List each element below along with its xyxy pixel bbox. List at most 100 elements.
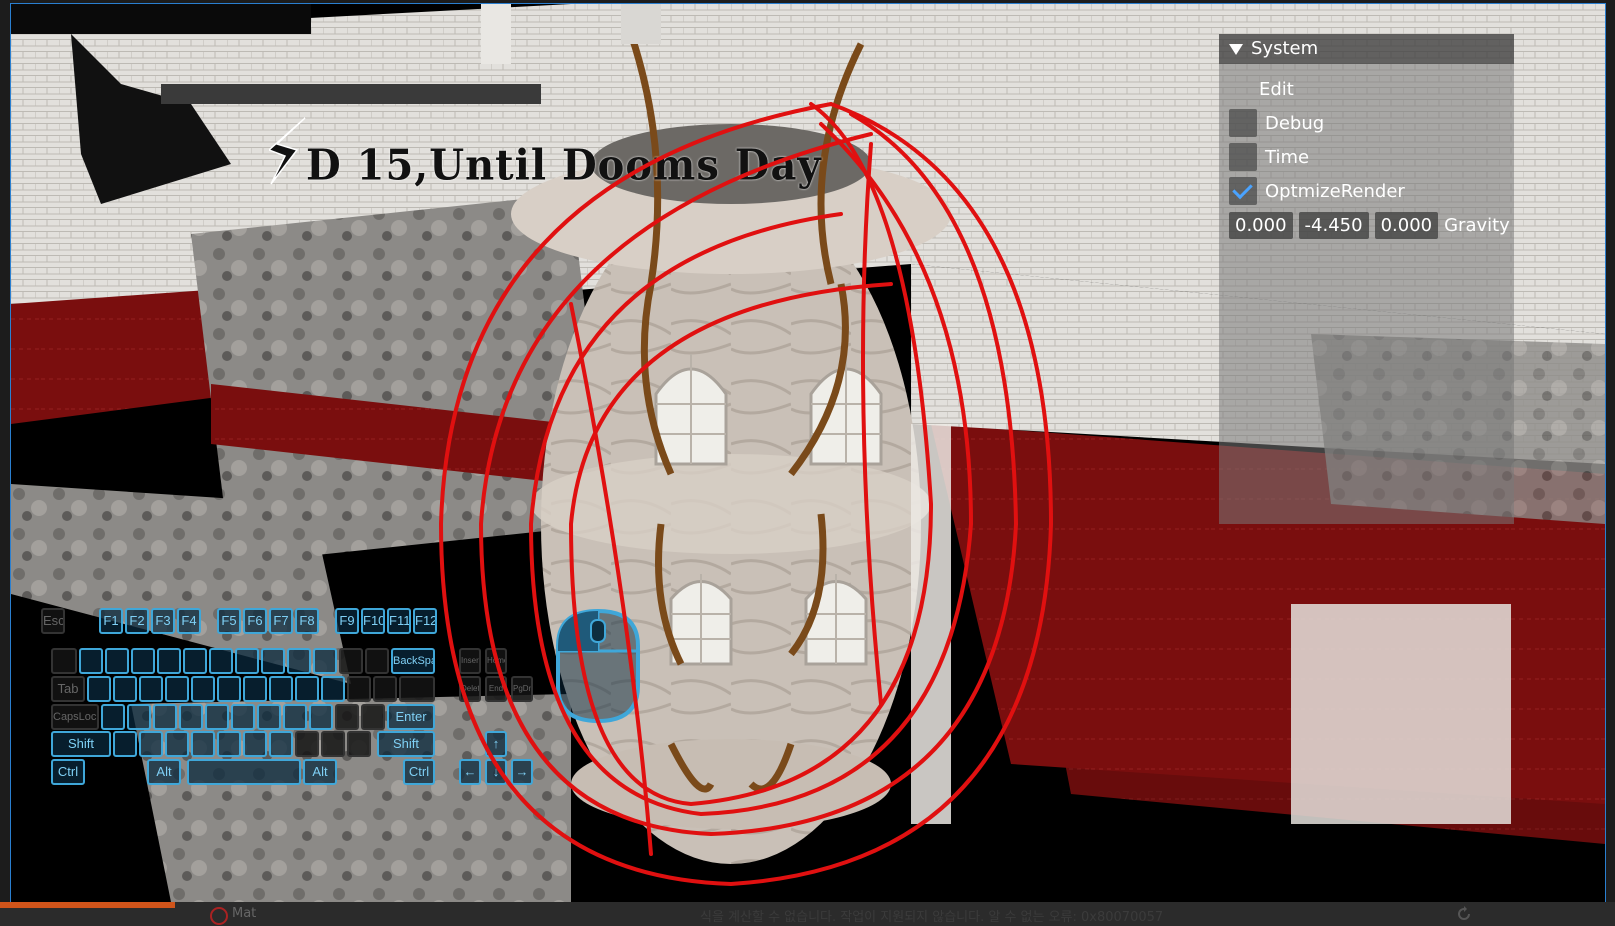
key-insert: Insert (459, 648, 481, 674)
key-3 (131, 648, 155, 674)
collapse-triangle-icon[interactable] (1229, 43, 1243, 55)
mouse-icon (556, 608, 640, 724)
key-n (243, 731, 267, 757)
key-arrow-up: ↑ (485, 731, 507, 757)
time-checkbox[interactable] (1229, 143, 1257, 171)
game-viewport[interactable]: D 15,Until Dooms Day System Edit Debug T… (10, 3, 1606, 903)
key-o (295, 676, 319, 702)
gravity-label: Gravity (1444, 214, 1510, 236)
key-slash (347, 731, 371, 757)
gravity-y-input[interactable]: -4.450 (1298, 211, 1369, 239)
system-panel-header[interactable]: System (1219, 34, 1514, 64)
key-f12: F12 (413, 608, 437, 634)
debug-row[interactable]: Debug (1229, 108, 1324, 138)
key-arrow-down: ↓ (485, 759, 507, 785)
key-end: End (485, 676, 507, 702)
error-icon (210, 907, 228, 925)
gravity-row: 0.000 -4.450 0.000 Gravity (1229, 210, 1510, 240)
key-f11: F11 (387, 608, 411, 634)
key-x (139, 731, 163, 757)
key-i (269, 676, 293, 702)
key-w (113, 676, 137, 702)
optimize-render-checkbox[interactable] (1229, 177, 1257, 205)
key-f3: F3 (151, 608, 175, 634)
key-e (139, 676, 163, 702)
system-panel-title: System (1251, 38, 1319, 59)
key-4 (157, 648, 181, 674)
key-k (283, 704, 307, 730)
gravity-z-input[interactable]: 0.000 (1374, 211, 1439, 239)
key-minus (339, 648, 363, 674)
refresh-icon[interactable] (1455, 905, 1473, 923)
key-comma (295, 731, 319, 757)
key-enter: Enter (387, 704, 435, 730)
debug-checkbox[interactable] (1229, 109, 1257, 137)
key-f9: F9 (335, 608, 359, 634)
key-f8: F8 (295, 608, 319, 634)
status-tab-mat[interactable]: Mat (232, 906, 256, 921)
optimize-render-row[interactable]: OptmizeRender (1229, 176, 1405, 206)
status-bar: Mat 식을 계산할 수 없습니다. 작업이 지원되지 않습니다. 알 수 없는… (0, 902, 1615, 926)
key-equals (365, 648, 389, 674)
game-logo-icon (269, 117, 306, 185)
time-label: Time (1265, 146, 1310, 168)
hud-title: D 15,Until Dooms Day (306, 140, 822, 191)
menu-item-edit[interactable]: Edit (1259, 74, 1294, 104)
key-delete: Delete (459, 676, 481, 702)
key-8 (261, 648, 285, 674)
status-message: 식을 계산할 수 없습니다. 작업이 지원되지 않습니다. 알 수 없는 오류:… (700, 910, 1164, 925)
key-ctrl-left: Ctrl (51, 759, 85, 785)
key-1 (79, 648, 103, 674)
key-v (191, 731, 215, 757)
key-alt-right: Alt (303, 759, 337, 785)
edit-label: Edit (1259, 78, 1294, 100)
key-u (243, 676, 267, 702)
key-esc: Esc (41, 608, 65, 634)
key-f5: F5 (217, 608, 241, 634)
debug-label: Debug (1265, 112, 1325, 134)
key-alt-left: Alt (147, 759, 181, 785)
key-tilde (51, 648, 77, 674)
key-backslash (399, 676, 435, 702)
system-panel[interactable]: System Edit Debug Time OptmizeRender 0.0… (1219, 34, 1514, 524)
key-arrow-right: → (511, 759, 533, 785)
key-m (269, 731, 293, 757)
key-c (165, 731, 189, 757)
key-tab: Tab (51, 676, 85, 702)
key-shift-left: Shift (51, 731, 111, 757)
key-2 (105, 648, 129, 674)
key-z (113, 731, 137, 757)
key-bracket-left (347, 676, 371, 702)
key-r (165, 676, 189, 702)
key-6 (209, 648, 233, 674)
key-j (257, 704, 281, 730)
key-5 (183, 648, 207, 674)
key-q (87, 676, 111, 702)
key-f2: F2 (125, 608, 149, 634)
key-capslock: CapsLock (51, 704, 99, 730)
key-home: Home (485, 648, 507, 674)
key-bracket-right (373, 676, 397, 702)
key-f6: F6 (243, 608, 267, 634)
key-shift-right: Shift (377, 731, 435, 757)
key-t (191, 676, 215, 702)
key-space (187, 759, 301, 785)
key-ctrl-right: Ctrl (403, 759, 435, 785)
key-f4: F4 (177, 608, 201, 634)
time-row[interactable]: Time (1229, 142, 1309, 172)
key-l (309, 704, 333, 730)
key-a (101, 704, 125, 730)
key-p (321, 676, 345, 702)
key-b (217, 731, 241, 757)
key-f7: F7 (269, 608, 293, 634)
key-f (179, 704, 203, 730)
active-tab-indicator (0, 902, 175, 908)
optimize-render-label: OptmizeRender (1265, 180, 1405, 202)
key-7 (235, 648, 259, 674)
key-9 (287, 648, 311, 674)
key-pgdn: PgDn (511, 676, 533, 702)
key-g (205, 704, 229, 730)
gravity-x-input[interactable]: 0.000 (1229, 211, 1293, 239)
key-s (127, 704, 151, 730)
key-d (153, 704, 177, 730)
